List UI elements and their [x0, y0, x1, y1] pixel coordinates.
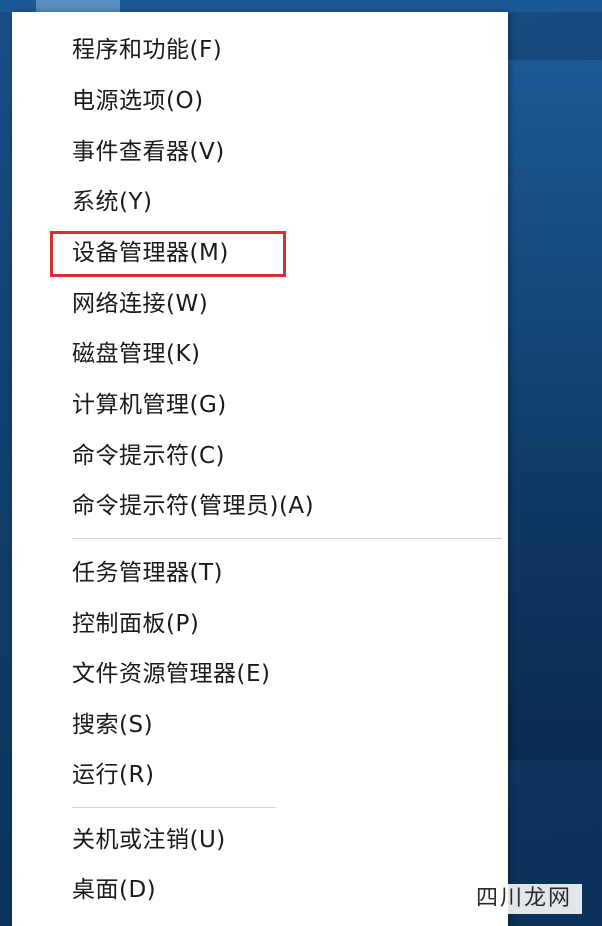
- menu-item-disk-management[interactable]: 磁盘管理(K): [72, 336, 201, 372]
- watermark: 四川龙网: [465, 884, 582, 914]
- menu-item-network-connections[interactable]: 网络连接(W): [72, 286, 208, 322]
- menu-item-control-panel[interactable]: 控制面板(P): [72, 606, 199, 642]
- menu-separator: [72, 807, 276, 808]
- menu-item-shutdown-signout[interactable]: 关机或注销(U): [72, 822, 226, 858]
- menu-item-file-explorer[interactable]: 文件资源管理器(E): [72, 656, 270, 692]
- menu-separator: [72, 538, 502, 539]
- menu-item-event-viewer[interactable]: 事件查看器(V): [72, 134, 225, 170]
- menu-item-desktop[interactable]: 桌面(D): [72, 872, 156, 908]
- highlight-annotation-box: [50, 231, 286, 277]
- menu-item-task-manager[interactable]: 任务管理器(T): [72, 555, 223, 591]
- menu-item-programs-features[interactable]: 程序和功能(F): [72, 32, 222, 68]
- menu-item-system[interactable]: 系统(Y): [72, 184, 153, 220]
- desktop-background: [505, 60, 602, 760]
- menu-item-search[interactable]: 搜索(S): [72, 707, 153, 743]
- menu-item-command-prompt-admin[interactable]: 命令提示符(管理员)(A): [72, 488, 314, 524]
- menu-item-power-options[interactable]: 电源选项(O): [72, 83, 204, 119]
- menu-item-computer-management[interactable]: 计算机管理(G): [72, 387, 227, 423]
- winx-context-menu: 程序和功能(F) 电源选项(O) 事件查看器(V) 系统(Y) 设备管理器(M)…: [12, 12, 508, 926]
- menu-item-run[interactable]: 运行(R): [72, 757, 154, 793]
- menu-item-command-prompt[interactable]: 命令提示符(C): [72, 438, 225, 474]
